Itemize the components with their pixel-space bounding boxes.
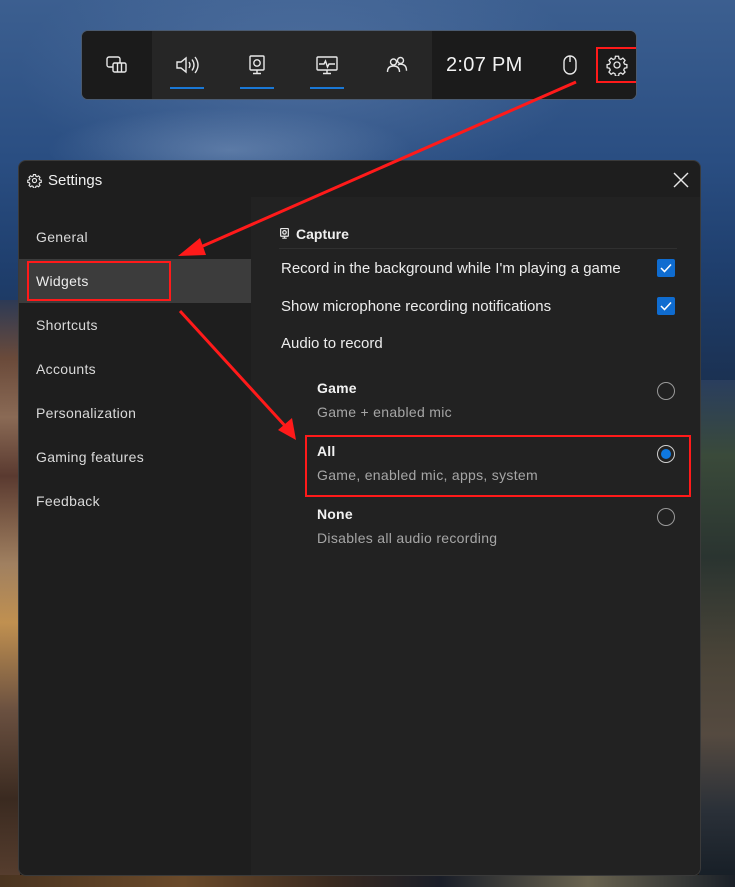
radio-game[interactable] <box>657 382 675 400</box>
close-button[interactable] <box>670 169 692 191</box>
audio-option-game[interactable]: Game Game + enabled mic <box>317 380 675 420</box>
radio-all[interactable] <box>657 445 675 463</box>
audio-option-none[interactable]: None Disables all audio recording <box>317 506 675 546</box>
option-record-background: Record in the background while I'm playi… <box>281 259 675 277</box>
nav-label: Gaming features <box>36 449 144 465</box>
widget-menu-button[interactable] <box>82 31 152 99</box>
option-name: None <box>317 506 353 522</box>
xbox-social-icon <box>386 56 408 73</box>
section-header: Capture <box>279 219 677 249</box>
audio-label-text: Audio to record <box>281 335 383 352</box>
capture-icon <box>249 55 265 75</box>
settings-content: Capture Record in the background while I… <box>251 197 700 875</box>
checkmark-icon <box>660 263 672 273</box>
gear-icon <box>606 55 628 76</box>
nav-item-shortcuts[interactable]: Shortcuts <box>19 303 251 347</box>
checkmark-icon <box>660 301 672 311</box>
settings-nav: General Widgets Shortcuts Accounts Perso… <box>19 215 251 523</box>
wallpaper-bottom <box>0 875 735 887</box>
audio-icon <box>176 56 199 74</box>
radio-none[interactable] <box>657 508 675 526</box>
audio-to-record-label: Audio to record <box>281 335 675 352</box>
close-icon <box>673 172 689 188</box>
option-description: Disables all audio recording <box>317 530 498 546</box>
xbox-game-bar: 2:07 PM <box>81 30 637 100</box>
option-description: Game + enabled mic <box>317 404 452 420</box>
capture-widget-button[interactable] <box>222 31 292 99</box>
settings-window: Settings General Widgets Shortcuts Accou… <box>18 160 701 876</box>
nav-item-feedback[interactable]: Feedback <box>19 479 251 523</box>
capture-icon <box>280 227 289 239</box>
wallpaper-left <box>0 300 20 887</box>
option-mic-notifications: Show microphone recording notifications <box>281 297 675 315</box>
mouse-icon <box>563 55 577 75</box>
nav-label: Accounts <box>36 361 96 377</box>
annotation-highlight-box <box>27 261 171 301</box>
active-indicator <box>170 87 204 89</box>
mouse-lock-button[interactable] <box>550 54 590 76</box>
nav-label: Personalization <box>36 405 137 421</box>
settings-button[interactable] <box>596 47 636 83</box>
option-name: All <box>317 443 336 459</box>
option-description: Game, enabled mic, apps, system <box>317 467 538 483</box>
nav-item-personalization[interactable]: Personalization <box>19 391 251 435</box>
option-label: Record in the background while I'm playi… <box>281 259 621 277</box>
record-background-checkbox[interactable] <box>657 259 675 277</box>
nav-label: Shortcuts <box>36 317 98 333</box>
performance-icon <box>316 56 338 75</box>
nav-item-accounts[interactable]: Accounts <box>19 347 251 391</box>
nav-item-gaming-features[interactable]: Gaming features <box>19 435 251 479</box>
window-title: Settings <box>48 171 103 189</box>
xbox-social-widget-button[interactable] <box>362 31 432 99</box>
wallpaper-right <box>699 380 735 887</box>
section-title: Capture <box>296 225 349 242</box>
active-indicator <box>310 87 344 89</box>
nav-item-general[interactable]: General <box>19 215 251 259</box>
active-indicator <box>240 87 274 89</box>
widget-menu-icon <box>106 56 127 73</box>
nav-item-widgets[interactable]: Widgets <box>19 259 251 303</box>
audio-widget-button[interactable] <box>152 31 222 99</box>
nav-label: Feedback <box>36 493 100 509</box>
gear-icon <box>27 173 42 188</box>
clock: 2:07 PM <box>446 53 523 76</box>
performance-widget-button[interactable] <box>292 31 362 99</box>
nav-label: General <box>36 229 88 245</box>
mic-notifications-checkbox[interactable] <box>657 297 675 315</box>
title-bar: Settings <box>19 161 700 199</box>
audio-option-all[interactable]: All Game, enabled mic, apps, system <box>317 443 675 483</box>
option-name: Game <box>317 380 357 396</box>
option-label: Show microphone recording notifications <box>281 297 552 315</box>
